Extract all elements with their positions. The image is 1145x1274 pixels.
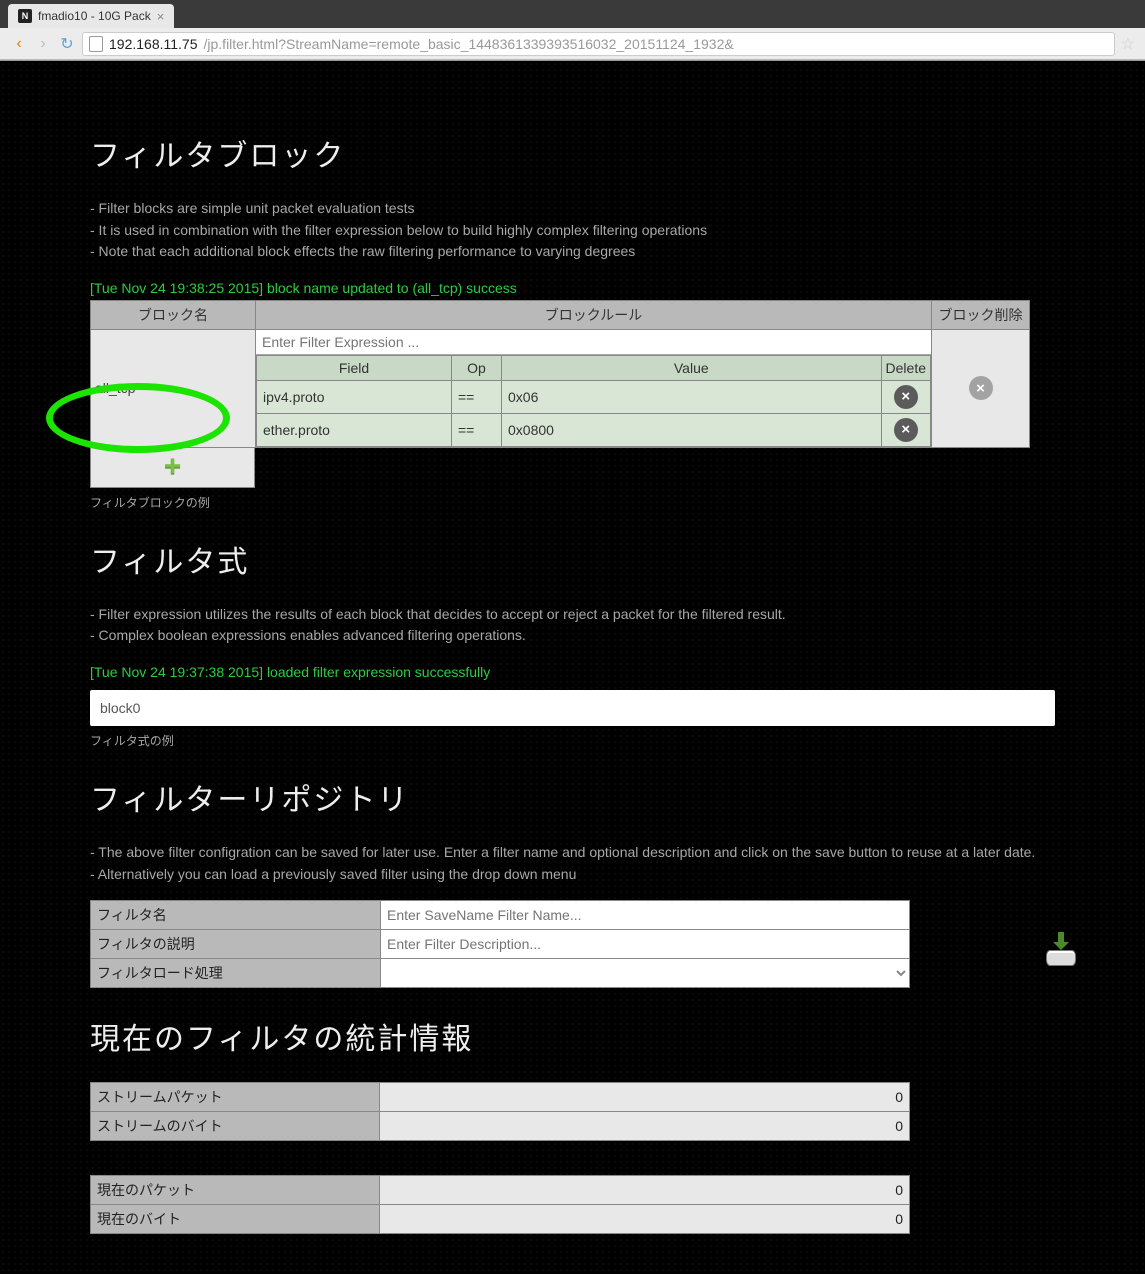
repo-table: フィルタ名 フィルタの説明 フィルタロード処理 [90,900,910,988]
section-title-filter-block: フィルタブロック [90,131,1055,175]
filter-expr-desc-1: - Filter expression utilizes the results… [90,605,1055,625]
rule-field[interactable]: ether.proto [257,413,452,446]
nav-toolbar: ‹ › ↻ 192.168.11.75/jp.filter.html?Strea… [0,28,1145,60]
stat-value: 0 [380,1176,910,1205]
rule-header-value: Value [502,355,882,380]
rule-table: Field Op Value Delete ipv4.proto == 0x06… [256,355,931,447]
stats-table-stream: ストリームパケット 0 ストリームのバイト 0 [90,1082,910,1141]
rule-delete-cell: × [881,413,930,446]
bookmark-icon[interactable]: ☆ [1121,34,1135,54]
rule-op[interactable]: == [452,413,502,446]
favicon-icon: N [18,9,32,23]
delete-rule-button[interactable]: × [894,385,918,409]
rule-row: ether.proto == 0x0800 × [257,413,931,446]
stat-label: 現在のバイト [91,1205,380,1234]
filter-expr-status: [Tue Nov 24 19:37:38 2015] loaded filter… [90,664,1055,680]
section-title-filter-expression: フィルタ式 [90,537,1055,581]
stats-table-current: 現在のパケット 0 現在のバイト 0 [90,1175,910,1234]
add-block-button[interactable]: + [90,448,255,488]
rule-delete-cell: × [881,380,930,413]
close-icon[interactable]: × [157,9,165,24]
reload-button[interactable]: ↻ [58,35,76,53]
filter-block-caption: フィルタブロックの例 [90,494,1055,511]
download-arrow-icon [1055,932,1067,950]
rule-header-op: Op [452,355,502,380]
filter-expr-caption: フィルタ式の例 [90,732,1055,749]
stat-value: 0 [380,1112,910,1141]
forward-button[interactable]: › [34,35,52,53]
rule-value[interactable]: 0x06 [502,380,882,413]
plus-icon: + [164,450,182,484]
rule-row: ipv4.proto == 0x06 × [257,380,931,413]
stat-value: 0 [380,1205,910,1234]
rule-header-field: Field [257,355,452,380]
page-icon [89,36,103,52]
filter-block-desc-2: - It is used in combination with the fil… [90,221,1055,241]
save-filter-button[interactable] [1043,932,1079,966]
filter-load-select[interactable] [381,960,909,986]
browser-chrome: N fmadio10 - 10G Pack × ‹ › ↻ 192.168.11… [0,0,1145,61]
filter-name-input[interactable] [381,903,909,927]
header-block-delete: ブロック削除 [932,300,1030,329]
repo-name-label: フィルタ名 [91,901,381,930]
filter-desc-input[interactable] [381,932,909,956]
filter-expression-input[interactable] [256,330,931,355]
filter-block-table: ブロック名 ブロックルール ブロック削除 Field Op Value Dele… [90,300,1030,448]
header-block-rule: ブロックルール [256,300,932,329]
stat-value: 0 [380,1083,910,1112]
stat-label: ストリームパケット [91,1083,380,1112]
header-block-name: ブロック名 [91,300,256,329]
url-host: 192.168.11.75 [109,36,198,52]
block-name-input[interactable] [91,380,255,396]
delete-rule-button[interactable]: × [894,418,918,442]
rule-value[interactable]: 0x0800 [502,413,882,446]
repo-desc-1: - The above filter configration can be s… [90,843,1055,863]
stat-label: ストリームのバイト [91,1112,380,1141]
filter-block-desc-1: - Filter blocks are simple unit packet e… [90,199,1055,219]
back-button[interactable]: ‹ [10,35,28,53]
tab-bar: N fmadio10 - 10G Pack × [0,0,1145,28]
filter-block-desc-3: - Note that each additional block effect… [90,242,1055,262]
stat-label: 現在のパケット [91,1176,380,1205]
filter-expression-field[interactable] [90,690,1055,726]
block-delete-cell: × [932,329,1030,447]
tab-title: fmadio10 - 10G Pack [38,9,151,23]
rule-op[interactable]: == [452,380,502,413]
rule-header-delete: Delete [881,355,930,380]
repo-desc-2: - Alternatively you can load a previousl… [90,865,1055,885]
disk-icon [1046,950,1076,966]
repo-desc-label: フィルタの説明 [91,930,381,959]
delete-block-button[interactable]: × [969,376,993,400]
url-path: /jp.filter.html?StreamName=remote_basic_… [204,36,734,52]
block-name-cell [91,329,256,447]
address-bar[interactable]: 192.168.11.75/jp.filter.html?StreamName=… [82,32,1115,56]
repo-load-label: フィルタロード処理 [91,959,381,988]
section-title-filter-repository: フィルターリポジトリ [90,775,1055,819]
block-rule-cell: Field Op Value Delete ipv4.proto == 0x06… [256,329,932,447]
filter-block-status: [Tue Nov 24 19:38:25 2015] block name up… [90,280,1055,296]
filter-expr-desc-2: - Complex boolean expressions enables ad… [90,626,1055,646]
browser-tab[interactable]: N fmadio10 - 10G Pack × [8,4,174,28]
rule-field[interactable]: ipv4.proto [257,380,452,413]
section-title-statistics: 現在のフィルタの統計情報 [90,1014,1055,1058]
page-content: フィルタブロック - Filter blocks are simple unit… [0,61,1145,1274]
